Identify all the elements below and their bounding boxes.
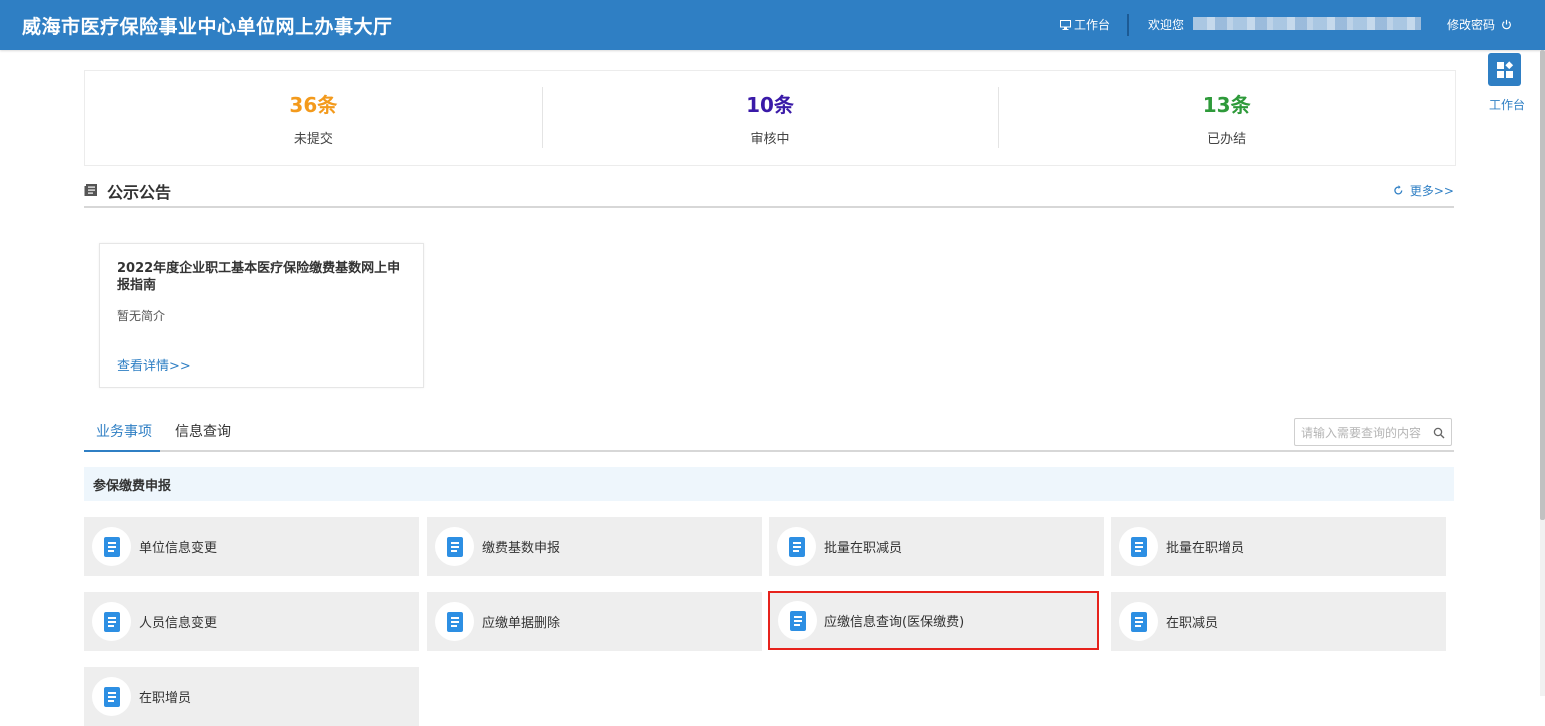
notice-more-label: 更多>> [1409,184,1454,198]
service-unit-info-change[interactable]: 单位信息变更 [84,517,419,576]
header-divider [1127,14,1129,36]
service-icon-wrap [435,527,474,566]
stat-unsubmitted[interactable]: 36条 未提交 [85,71,542,165]
tab-bar: 业务事项 信息查询 [84,418,1454,452]
service-label: 单位信息变更 [139,541,218,556]
service-icon-wrap [92,677,131,716]
stat-label: 已办结 [1207,132,1247,147]
document-icon [103,536,120,557]
workbench-link[interactable]: 工作台 [1060,16,1110,33]
notice-summary: 暂无简介 [117,309,166,323]
power-icon [1502,19,1511,30]
service-payable-info-query[interactable]: 应缴信息查询(医保缴费) [768,591,1099,650]
service-batch-employee-removal[interactable]: 批量在职减员 [769,517,1104,576]
stat-completed[interactable]: 13条 已办结 [998,71,1455,165]
notice-card[interactable]: 2022年度企业职工基本医疗保险缴费基数网上申报指南 暂无简介 查看详情>> [99,243,424,388]
stat-label: 未提交 [293,132,333,147]
service-employee-removal[interactable]: 在职减员 [1111,592,1446,651]
notice-section-title: 公示公告 [107,183,172,202]
service-label: 应缴信息查询(医保缴费) [824,615,965,630]
search-box [1294,418,1452,446]
notice-section-header: 公示公告 更多>> [84,176,1454,208]
search-input[interactable] [1299,422,1433,444]
apps-icon [1496,60,1513,78]
document-icon [446,611,463,632]
service-icon-wrap [1119,527,1158,566]
document-icon [1130,611,1147,632]
service-personnel-info-change[interactable]: 人员信息变更 [84,592,419,651]
welcome-text: 欢迎您 [1148,18,1185,32]
stat-value: 10条 [746,93,794,117]
service-icon-wrap [92,602,131,641]
notice-title[interactable]: 2022年度企业职工基本医疗保险缴费基数网上申报指南 [117,260,407,294]
document-icon [103,611,120,632]
service-icon-wrap [778,601,817,640]
service-label: 人员信息变更 [139,616,218,631]
username-redacted [1193,17,1421,30]
document-icon [788,536,805,557]
service-employee-addition[interactable]: 在职增员 [84,667,419,726]
document-icon [789,610,806,631]
service-label: 批量在职减员 [824,541,903,556]
document-icon [103,686,120,707]
service-label: 批量在职增员 [1166,541,1245,556]
service-icon-wrap [92,527,131,566]
service-icon-wrap [777,527,816,566]
stat-label: 审核中 [750,132,790,147]
service-icon-wrap [435,602,474,641]
floating-workbench-label[interactable]: 工作台 [1489,96,1525,113]
service-label: 应缴单据删除 [482,616,561,631]
page-scrollbar[interactable] [1540,50,1545,696]
service-contribution-base-declaration[interactable]: 缴费基数申报 [427,517,762,576]
scrollbar-thumb[interactable] [1540,50,1545,520]
service-label: 在职减员 [1166,616,1219,631]
service-payable-document-deletion[interactable]: 应缴单据删除 [427,592,762,651]
search-icon[interactable] [1433,427,1445,439]
floating-workbench-button[interactable] [1488,53,1521,86]
tab-business-items[interactable]: 业务事项 [84,421,160,452]
document-icon [1130,536,1147,557]
tab-info-query[interactable]: 信息查询 [175,421,231,441]
service-icon-wrap [1119,602,1158,641]
stat-value: 13条 [1202,93,1251,117]
stats-panel: 36条 未提交 10条 审核中 13条 已办结 [84,70,1456,166]
workbench-link-label: 工作台 [1074,18,1111,32]
notice-more-link[interactable]: 更多>> [1393,182,1454,199]
stat-under-review[interactable]: 10条 审核中 [541,71,999,165]
service-label: 在职增员 [139,691,192,706]
category-header: 参保缴费申报 [84,467,1454,501]
service-label: 缴费基数申报 [482,541,561,556]
monitor-icon [1060,19,1071,30]
stat-value: 36条 [289,93,338,117]
refresh-icon [1394,185,1403,195]
notice-detail-link[interactable]: 查看详情>> [117,355,191,374]
notice-icon [84,184,97,196]
document-icon [446,536,463,557]
change-password-button[interactable]: 修改密码 [1447,16,1512,33]
service-batch-employee-addition[interactable]: 批量在职增员 [1111,517,1446,576]
app-title: 威海市医疗保险事业中心单位网上办事大厅 [22,16,393,38]
top-header: 威海市医疗保险事业中心单位网上办事大厅 工作台 欢迎您 修改密码 [0,0,1545,50]
category-title: 参保缴费申报 [93,479,172,494]
change-password-label: 修改密码 [1447,18,1496,32]
